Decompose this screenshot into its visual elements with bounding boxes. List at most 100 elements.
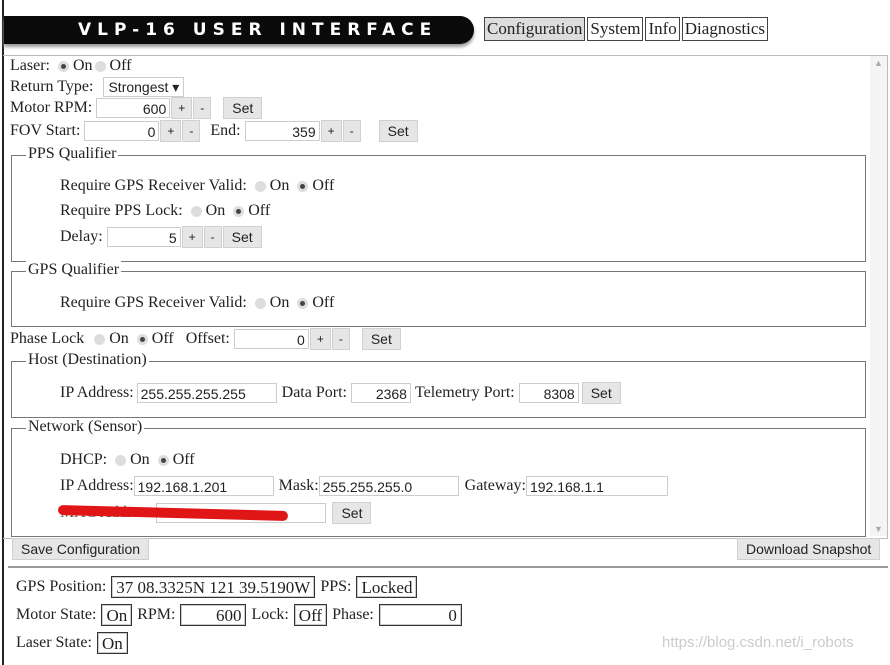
phase-lock-off-radio[interactable] — [136, 333, 148, 345]
pps-qualifier-fieldset: PPS Qualifier Require GPS Receiver Valid… — [11, 145, 866, 262]
laser-on-radio[interactable] — [57, 60, 69, 72]
gps-valid-on-radio[interactable] — [254, 297, 266, 309]
laser-off-radio[interactable] — [94, 60, 106, 72]
motor-rpm-row: Motor RPM: 600 + - Set — [10, 97, 263, 119]
telemetry-port-input[interactable]: 8308 — [518, 383, 579, 403]
motor-rpm-set-button[interactable]: Set — [223, 97, 263, 119]
data-port-label: Data Port: — [281, 384, 347, 401]
on-label: On — [205, 202, 226, 219]
data-port-input[interactable]: 2368 — [350, 383, 411, 403]
mask-input[interactable]: 255.255.255.0 — [318, 476, 459, 496]
delay-set-button[interactable]: Set — [222, 226, 262, 248]
gps-position-value: 37 08.3325N 121 39.5190W — [111, 576, 316, 598]
pps-lock-label: Require PPS Lock: — [60, 202, 183, 219]
fov-end-label: End: — [210, 122, 241, 139]
fov-start-input[interactable]: 0 — [84, 121, 160, 141]
motor-rpm-minus-button[interactable]: - — [193, 97, 212, 119]
return-type-select[interactable]: Strongest ▾ — [103, 77, 185, 97]
offset-input[interactable]: 0 — [233, 329, 309, 349]
fov-end-minus-button[interactable]: - — [342, 120, 361, 142]
fov-set-button[interactable]: Set — [378, 120, 418, 142]
return-type-label: Return Type: — [10, 78, 94, 95]
fov-start-label: FOV Start: — [10, 122, 81, 139]
gps-valid-row: Require GPS Receiver Valid: On Off — [60, 292, 334, 314]
lock-label: Lock: — [251, 606, 289, 623]
delay-label: Delay: — [60, 228, 103, 245]
motor-rpm-plus-button[interactable]: + — [171, 97, 193, 119]
gps-qualifier-legend: GPS Qualifier — [26, 261, 122, 279]
scroll-up-icon[interactable]: ▲ — [874, 58, 883, 68]
host-fieldset: Host (Destination) IP Address: 255.255.2… — [11, 351, 866, 418]
pps-lock-on-radio[interactable] — [190, 205, 202, 217]
off-label: Off — [312, 294, 335, 311]
mask-label: Mask: — [278, 477, 319, 494]
gps-status-row: GPS Position: 37 08.3325N 121 39.5190W P… — [16, 576, 418, 598]
scrollbar[interactable]: ▲ ▼ — [870, 56, 887, 536]
off-label: Off — [172, 451, 195, 468]
pps-lock-off-radio[interactable] — [233, 205, 245, 217]
gps-valid-off-radio[interactable] — [297, 297, 309, 309]
tab-configuration[interactable]: Configuration — [484, 17, 586, 41]
offset-minus-button[interactable]: - — [331, 328, 350, 350]
dhcp-label: DHCP: — [60, 451, 108, 468]
laser-state-value: On — [96, 632, 128, 654]
motor-status-row: Motor State: On RPM: 600 Lock: Off Phase… — [16, 604, 462, 626]
phase-lock-row: Phase Lock On Off Offset: 0 + - Set — [10, 328, 401, 350]
motor-state-value: On — [101, 604, 133, 626]
gps-valid-on-radio[interactable] — [254, 180, 266, 192]
network-fieldset: Network (Sensor) DHCP: On Off IP Address… — [11, 418, 866, 537]
rpm-label: RPM: — [137, 606, 176, 623]
sensor-ip-input[interactable]: 192.168.1.201 — [133, 476, 274, 496]
host-ip-label: IP Address: — [60, 384, 134, 401]
mac-label: MAC Address: — [57, 504, 289, 522]
phase-lock-label: Phase Lock — [10, 330, 85, 347]
mac-row: MAC Address: Set — [57, 502, 372, 524]
host-ip-input[interactable]: 255.255.255.255 — [136, 383, 277, 403]
delay-row: Delay: 5 + - Set — [60, 226, 262, 248]
fov-end-plus-button[interactable]: + — [320, 120, 342, 142]
tab-diagnostics[interactable]: Diagnostics — [681, 17, 769, 41]
pps-gps-valid-row: Require GPS Receiver Valid: On Off — [60, 175, 334, 197]
download-snapshot-button[interactable]: Download Snapshot — [737, 538, 881, 560]
host-legend: Host (Destination) — [26, 351, 149, 369]
phase-value: 0 — [378, 604, 462, 626]
off-label: Off — [109, 57, 132, 74]
telemetry-port-label: Telemetry Port: — [414, 384, 515, 401]
gps-valid-off-radio[interactable] — [297, 180, 309, 192]
offset-set-button[interactable]: Set — [361, 328, 401, 350]
fov-start-minus-button[interactable]: - — [182, 120, 201, 142]
watermark: https://blog.csdn.net/i_robots — [662, 634, 854, 651]
motor-rpm-input[interactable]: 600 — [96, 98, 171, 118]
fov-row: FOV Start: 0 + - End: 359 + - Set — [10, 120, 418, 142]
host-set-button[interactable]: Set — [581, 382, 621, 404]
delay-input[interactable]: 5 — [106, 227, 181, 247]
pps-value: Locked — [356, 576, 418, 598]
delay-plus-button[interactable]: + — [181, 226, 203, 248]
on-label: On — [130, 451, 150, 468]
phase-lock-on-radio[interactable] — [94, 333, 106, 345]
save-configuration-button[interactable]: Save Configuration — [12, 538, 150, 560]
laser-state-label: Laser State: — [16, 634, 92, 651]
gps-qualifier-fieldset: GPS Qualifier Require GPS Receiver Valid… — [11, 261, 866, 327]
offset-plus-button[interactable]: + — [309, 328, 331, 350]
on-label: On — [269, 177, 290, 194]
host-row: IP Address: 255.255.255.255 Data Port: 2… — [60, 382, 621, 404]
delay-minus-button[interactable]: - — [203, 226, 222, 248]
dhcp-off-radio[interactable] — [157, 454, 169, 466]
pps-lock-row: Require PPS Lock: On Off — [60, 200, 270, 222]
gateway-input[interactable]: 192.168.1.1 — [525, 476, 668, 496]
divider — [8, 566, 888, 568]
fov-start-plus-button[interactable]: + — [160, 120, 182, 142]
off-label: Off — [151, 330, 174, 347]
tab-system[interactable]: System — [587, 17, 644, 41]
tab-info[interactable]: Info — [645, 17, 680, 41]
pps-label: PPS: — [320, 578, 352, 595]
network-set-button[interactable]: Set — [332, 502, 372, 524]
motor-rpm-label: Motor RPM: — [10, 99, 93, 116]
app-title: VLP-16 USER INTERFACE — [4, 16, 474, 44]
dhcp-on-radio[interactable] — [115, 454, 127, 466]
scroll-down-icon[interactable]: ▼ — [874, 524, 883, 534]
rpm-value: 600 — [180, 604, 247, 626]
gps-valid-label: Require GPS Receiver Valid: — [60, 294, 247, 311]
fov-end-input[interactable]: 359 — [244, 121, 320, 141]
